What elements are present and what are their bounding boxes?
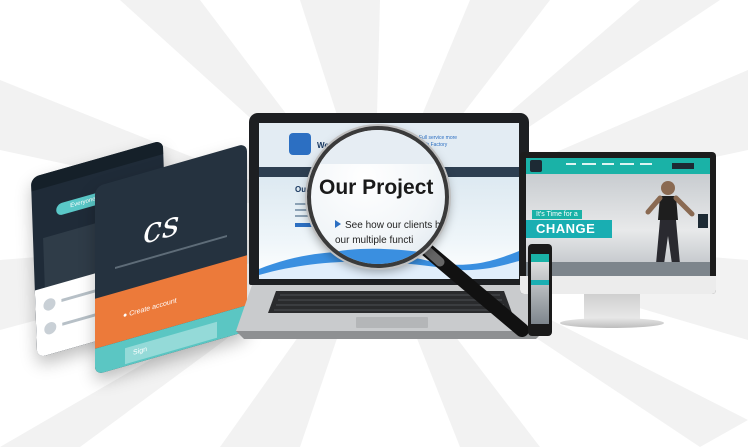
smartphone-mockup xyxy=(528,244,552,336)
site-logo-icon xyxy=(530,160,542,172)
description-line-1: See how our clients h xyxy=(345,220,441,231)
magnifier-lens: Our Project See how our clients h our mu… xyxy=(307,126,449,268)
our-project-heading: Our Project xyxy=(319,176,434,199)
hero-ground xyxy=(526,262,710,276)
monitor-foot xyxy=(560,318,664,328)
lens-header xyxy=(311,130,445,164)
hero-illustration: Everyone cs ● Create account Sign We Ful… xyxy=(0,0,748,447)
hero-tagline: It's Time for a xyxy=(532,210,582,219)
lens-wave xyxy=(311,248,445,264)
chevron-right-icon xyxy=(698,214,708,228)
arrow-right-icon xyxy=(335,220,341,228)
smartphone-screen xyxy=(531,254,549,324)
monitor-stand xyxy=(584,294,640,320)
site-nav-bar xyxy=(531,254,549,262)
headline-band xyxy=(531,280,549,285)
hero-headline: CHANGE xyxy=(526,220,612,238)
monitor-screen: It's Time for a CHANGE xyxy=(526,158,710,276)
site-nav-bar xyxy=(526,158,710,174)
